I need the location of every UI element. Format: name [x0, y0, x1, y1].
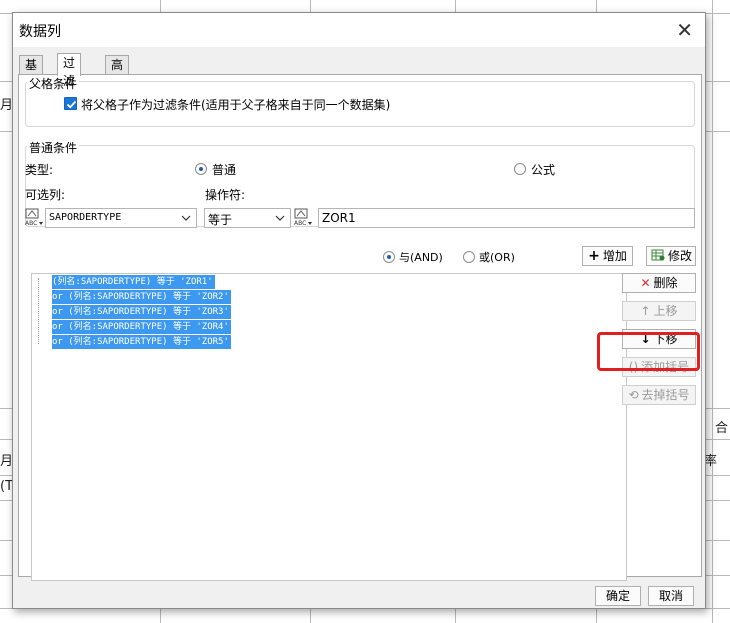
type-label: 类型:	[25, 163, 54, 177]
value-input[interactable]: ZOR1	[318, 208, 695, 228]
move-down-button[interactable]: ↓ 下移	[622, 329, 696, 349]
column-select-value: SAPORDERTYPE	[49, 212, 122, 223]
dialog-title: 数据列	[19, 24, 61, 40]
condition-row[interactable]: or (列名:SAPORDERTYPE) 等于 'ZOR2'	[52, 290, 231, 304]
svg-text:ABC: ABC	[294, 220, 306, 227]
remove-parenthesis-label: 去掉括号	[641, 388, 690, 402]
move-down-label: 下移	[653, 332, 678, 346]
ok-button[interactable]: 确定	[595, 586, 641, 606]
operator-label: 操作符:	[205, 188, 246, 202]
cancel-button[interactable]: 取消	[648, 586, 694, 606]
remove-parenthesis-button[interactable]: ⟲ 去掉括号	[622, 385, 696, 405]
svg-text:ABC: ABC	[25, 220, 37, 227]
condition-list[interactable]: (列名:SAPORDERTYPE) 等于 'ZOR1' or (列名:SAPOR…	[31, 273, 627, 581]
value-input-text: ZOR1	[322, 211, 356, 225]
move-up-button[interactable]: ↑ 上移	[622, 301, 696, 321]
abc-column-icon: ABC	[25, 208, 43, 227]
remove-parenthesis-icon: ⟲	[628, 388, 639, 402]
and-label: 与(AND)	[399, 251, 443, 264]
close-icon[interactable]: ✕	[676, 18, 693, 42]
add-condition-button[interactable]: + 增加	[582, 246, 633, 266]
sheet-cell: 合	[715, 421, 729, 436]
type-formula-radio[interactable]	[514, 163, 526, 175]
plus-icon: +	[588, 248, 600, 264]
tab-advanced[interactable]: 高级	[105, 55, 130, 90]
condition-row[interactable]: or (列名:SAPORDERTYPE) 等于 'ZOR4'	[52, 320, 231, 334]
delete-x-icon: ✕	[640, 276, 651, 290]
condition-row[interactable]: or (列名:SAPORDERTYPE) 等于 'ZOR3'	[52, 305, 231, 319]
add-parenthesis-label: 添加括号	[641, 360, 690, 374]
add-parenthesis-button[interactable]: () 添加括号	[622, 357, 696, 377]
type-normal-label: 普通	[212, 163, 237, 177]
filter-panel: 父格条件 将父格子作为过滤条件(适用于父子格来自于同一个数据集) 普通条件 类型…	[18, 74, 702, 581]
abc-value-icon: ABC	[294, 208, 312, 227]
parent-filter-checkbox[interactable]	[64, 97, 77, 110]
column-label: 可选列:	[25, 188, 66, 202]
arrow-down-icon: ↓	[640, 332, 651, 346]
condition-row[interactable]: (列名:SAPORDERTYPE) 等于 'ZOR1'	[52, 275, 215, 289]
arrow-up-icon: ↑	[640, 304, 651, 318]
chevron-down-icon	[275, 215, 285, 221]
tab-basic[interactable]: 基本	[19, 55, 44, 90]
data-column-dialog: 数据列 ✕ 基本 过滤 高级 父格条件 将父格子作为过滤条件(适用于父子格来自于…	[12, 12, 706, 609]
tree-guide-line	[38, 278, 39, 344]
condition-row[interactable]: or (列名:SAPORDERTYPE) 等于 'ZOR5'	[52, 335, 231, 349]
operator-select[interactable]: 等于	[204, 208, 291, 228]
add-condition-label: 增加	[602, 249, 627, 263]
delete-button[interactable]: ✕ 删除	[622, 273, 696, 293]
and-radio[interactable]	[383, 251, 395, 263]
move-up-label: 上移	[653, 304, 678, 318]
parent-filter-label: 将父格子作为过滤条件(适用于父子格来自于同一个数据集)	[81, 98, 391, 112]
or-radio[interactable]	[463, 251, 475, 263]
title-bar: 数据列 ✕	[13, 13, 705, 47]
normal-condition-legend: 普通条件	[27, 139, 80, 156]
type-normal-radio[interactable]	[195, 163, 207, 175]
type-formula-label: 公式	[531, 163, 556, 177]
chevron-down-icon	[181, 215, 191, 221]
or-label: 或(OR)	[479, 251, 515, 264]
tab-filter[interactable]: 过滤	[57, 53, 82, 88]
parenthesis-icon: ()	[628, 360, 639, 374]
edit-condition-label: 修改	[668, 249, 693, 263]
check-icon	[66, 100, 77, 109]
operator-select-value: 等于	[208, 213, 233, 227]
edit-grid-icon	[651, 247, 665, 265]
delete-label: 删除	[653, 276, 678, 290]
column-select[interactable]: SAPORDERTYPE	[45, 208, 197, 228]
edit-condition-button[interactable]: 修改	[646, 246, 696, 266]
